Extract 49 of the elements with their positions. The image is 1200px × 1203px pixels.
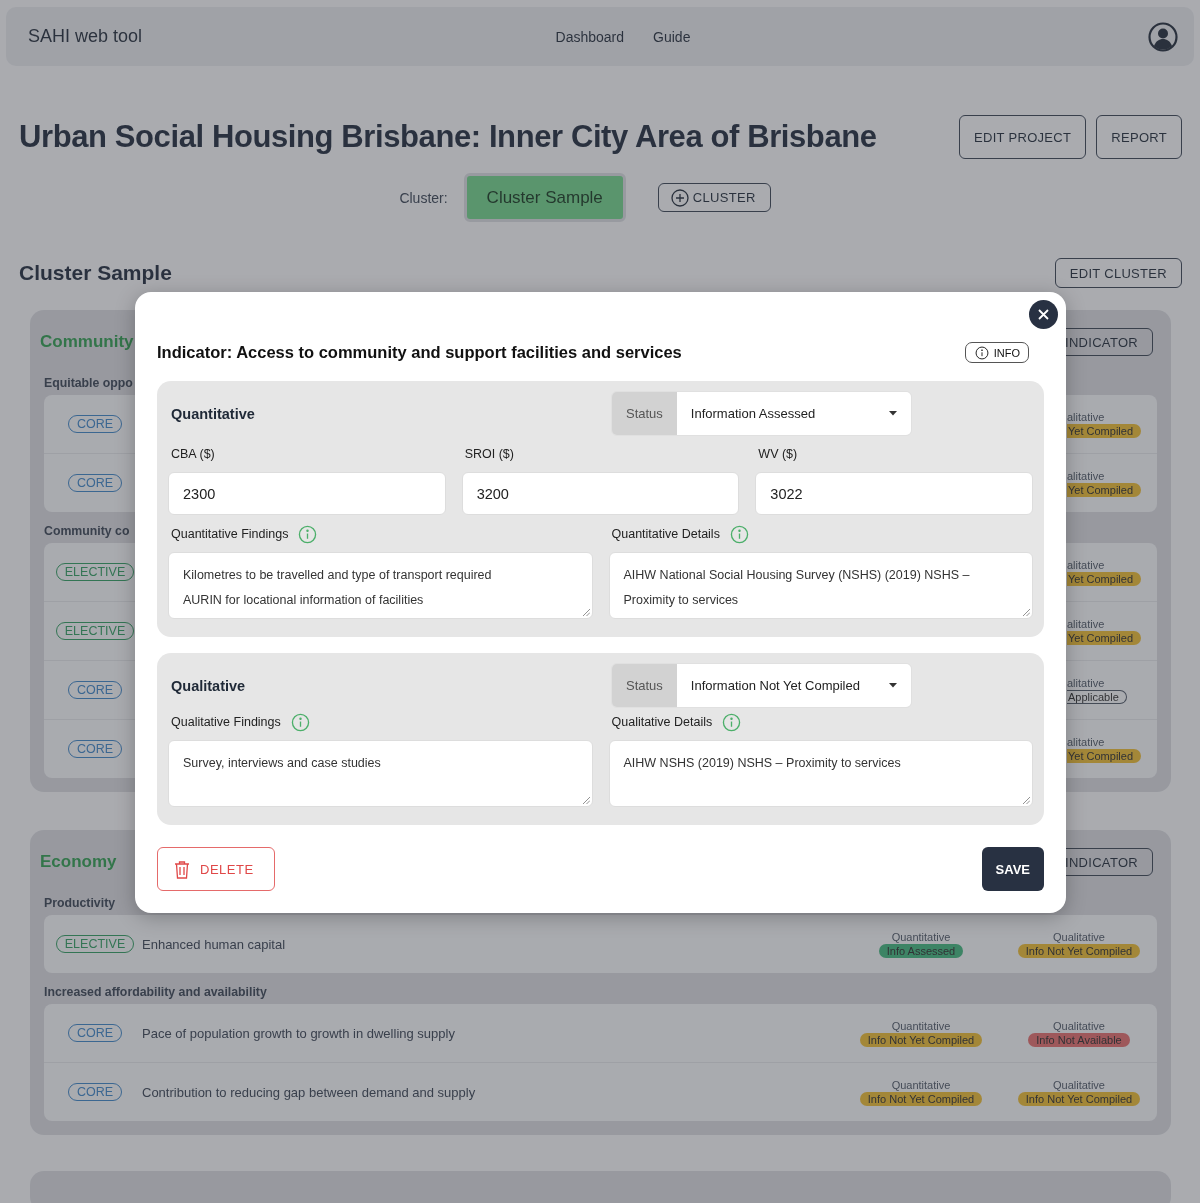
status-label: alitative bbox=[1067, 410, 1105, 423]
status-label: Quantitative bbox=[891, 1078, 951, 1091]
status-badge: Info Assessed bbox=[878, 943, 964, 958]
project-title: Urban Social Housing Brisbane: Inner City Area of Brisbane bbox=[19, 119, 878, 155]
status-value: Information Not Yet Compiled bbox=[690, 678, 860, 693]
group-title: Community co bbox=[44, 524, 130, 538]
group-title: Equitable oppo bbox=[44, 376, 133, 390]
field-label: WV ($) bbox=[758, 447, 798, 461]
status-label: alitative bbox=[1067, 617, 1105, 630]
cluster-title: Cluster Sample bbox=[19, 261, 172, 285]
status-value: Information Assessed bbox=[690, 406, 816, 421]
status-label: Qualitative bbox=[1053, 930, 1105, 943]
status-prefix: Status bbox=[612, 392, 677, 435]
field-label: Qualitative Details bbox=[611, 715, 713, 729]
panel-title: Quantitative bbox=[170, 405, 256, 422]
field-label: CBA ($) bbox=[171, 447, 215, 461]
status-label: alitative bbox=[1067, 469, 1105, 482]
status-label: alitative bbox=[1067, 676, 1105, 689]
status-label: Qualitative bbox=[1053, 1078, 1105, 1091]
status-badge: Yet Compiled bbox=[1067, 423, 1142, 438]
field-label: Qualitative Findings bbox=[171, 715, 281, 729]
status-label: Quantitative bbox=[891, 1019, 951, 1032]
indicator-name: Contribution to reducing gap between demand and supply bbox=[142, 1084, 477, 1100]
field-label: Quantitative Details bbox=[611, 527, 720, 541]
status-badge: Info Not Yet Compiled bbox=[1017, 943, 1141, 958]
status-badge: Yet Compiled bbox=[1067, 748, 1142, 763]
section-title: Community bbox=[40, 332, 134, 352]
status-badge: Info Not Yet Compiled bbox=[1017, 1091, 1141, 1106]
indicator-name: Enhanced human capital bbox=[142, 936, 287, 952]
status-badge: Yet Compiled bbox=[1067, 571, 1142, 586]
status-label: Quantitative bbox=[891, 930, 951, 943]
group-title: Increased affordability and availability bbox=[44, 985, 267, 999]
status-badge: Info Not Yet Compiled bbox=[859, 1091, 983, 1106]
status-badge: Yet Compiled bbox=[1067, 630, 1142, 645]
field-label: Quantitative Findings bbox=[171, 527, 289, 541]
group-title: Productivity bbox=[44, 896, 116, 910]
cluster-label: Cluster: bbox=[399, 189, 448, 206]
status-label: Qualitative bbox=[1053, 1019, 1105, 1032]
status-badge: Info Not Yet Compiled bbox=[859, 1032, 983, 1047]
dialog-title: Indicator: Access to community and support facilities and services bbox=[157, 343, 682, 362]
status-label: alitative bbox=[1067, 558, 1105, 571]
section-title: Economy bbox=[40, 852, 117, 872]
status-badge: Info Not Available bbox=[1028, 1032, 1130, 1047]
status-label: alitative bbox=[1067, 735, 1105, 748]
status-prefix: Status bbox=[612, 664, 677, 707]
field-label: SROI ($) bbox=[464, 447, 514, 461]
panel-title: Qualitative bbox=[170, 677, 247, 694]
status-badge: Yet Compiled bbox=[1067, 482, 1142, 497]
indicator-name: Pace of population growth to growth in dwelling supply bbox=[142, 1025, 456, 1041]
